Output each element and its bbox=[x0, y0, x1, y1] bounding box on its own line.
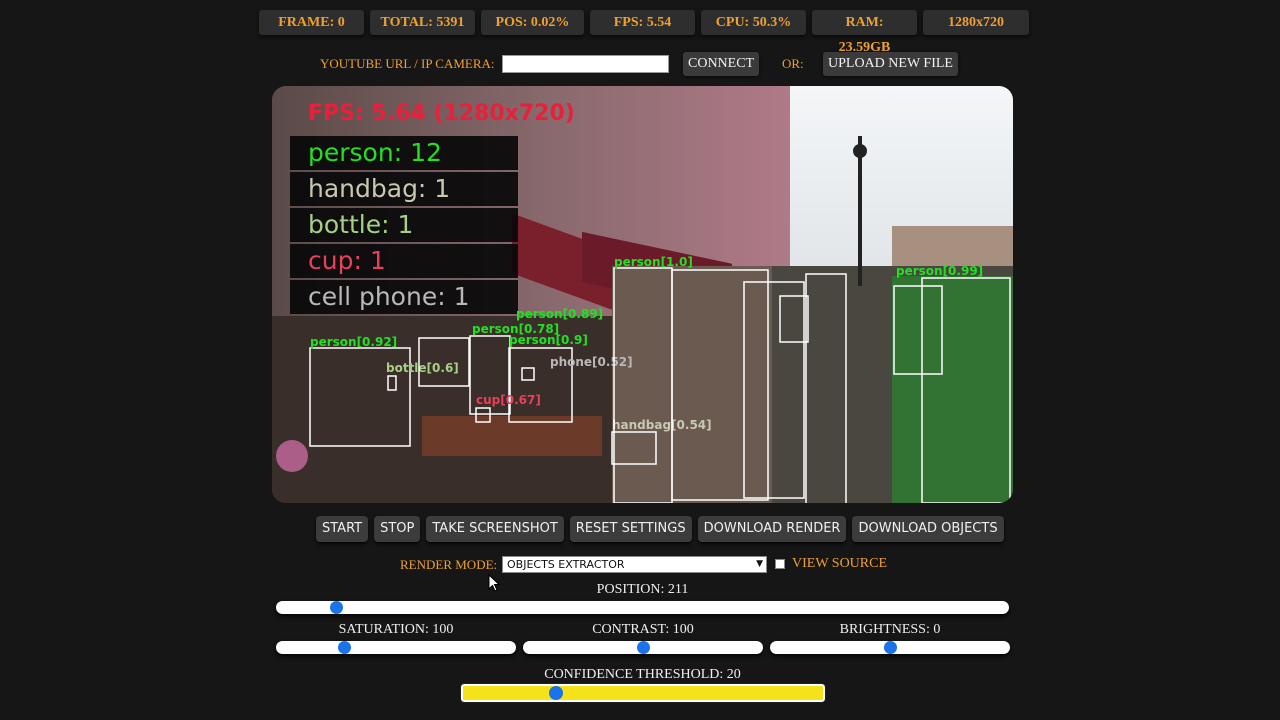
position-label: POSITION: 211 bbox=[596, 582, 689, 597]
lamp-head bbox=[853, 144, 867, 158]
contrast-slider-thumb[interactable] bbox=[636, 641, 650, 654]
stats-bar: FRAME: 0 TOTAL: 5391 POS: 0.02% FPS: 5.5… bbox=[259, 10, 1029, 55]
saturation-slider[interactable] bbox=[276, 641, 516, 654]
url-input[interactable] bbox=[502, 55, 669, 73]
crowd-highlight-2 bbox=[612, 266, 772, 503]
control-buttons: START STOP TAKE SCREENSHOT RESET SETTING… bbox=[316, 516, 1004, 542]
confidence-slider-thumb[interactable] bbox=[549, 686, 563, 700]
pos-stat: POS: 0.02% bbox=[481, 10, 584, 35]
connect-button[interactable]: CONNECT bbox=[683, 52, 760, 76]
fps-stat: FPS: 5.54 bbox=[590, 10, 695, 35]
or-label: OR: bbox=[782, 56, 804, 71]
url-label: YOUTUBE URL / IP CAMERA: bbox=[320, 56, 495, 71]
brightness-label: BRIGHTNESS: 0 bbox=[839, 622, 941, 637]
confidence-label: CONFIDENCE THRESHOLD: 20 bbox=[544, 667, 741, 682]
ram-stat: RAM: 23.59GB bbox=[812, 10, 917, 55]
render-mode-value: OBJECTS EXTRACTOR bbox=[507, 558, 625, 571]
count-person: person: 12 bbox=[308, 138, 442, 167]
label-bottle: bottle[0.6] bbox=[386, 361, 459, 375]
object-count-panel: person: 12 handbag: 1 bottle: 1 cup: 1 c… bbox=[290, 136, 518, 314]
label-cup: cup[0.67] bbox=[476, 393, 541, 407]
confidence-slider[interactable] bbox=[460, 683, 826, 703]
flowers bbox=[276, 440, 308, 472]
stop-button[interactable]: STOP bbox=[374, 516, 421, 542]
download-objects-button[interactable]: DOWNLOAD OBJECTS bbox=[852, 516, 1004, 542]
view-source-label[interactable]: VIEW SOURCE bbox=[792, 555, 887, 573]
total-stat: TOTAL: 5391 bbox=[370, 10, 475, 35]
chevron-down-icon: ▼ bbox=[756, 559, 763, 569]
fps-overlay-text: FPS: 5.64 (1280x720) bbox=[308, 101, 575, 126]
position-slider[interactable] bbox=[276, 601, 1009, 614]
contrast-label: CONTRAST: 100 bbox=[592, 622, 694, 637]
brightness-slider-thumb[interactable] bbox=[883, 641, 897, 654]
take-screenshot-button[interactable]: TAKE SCREENSHOT bbox=[426, 516, 564, 542]
cpu-stat: CPU: 50.3% bbox=[701, 10, 806, 35]
label-person-7: person[1.0] bbox=[614, 255, 693, 269]
download-render-button[interactable]: DOWNLOAD RENDER bbox=[697, 516, 847, 542]
start-button[interactable]: START bbox=[316, 516, 369, 542]
reset-settings-button[interactable]: RESET SETTINGS bbox=[569, 516, 692, 542]
source-row: YOUTUBE URL / IP CAMERA: CONNECT OR: UPL… bbox=[0, 52, 1280, 76]
view-source-checkbox[interactable] bbox=[775, 559, 785, 569]
label-handbag: handbag[0.54] bbox=[612, 418, 712, 432]
saturation-label: SATURATION: 100 bbox=[338, 622, 454, 637]
render-mode-select[interactable]: OBJECTS EXTRACTOR ▼ bbox=[502, 556, 767, 573]
label-phone: phone[0.52] bbox=[550, 355, 633, 369]
crowd-highlight bbox=[892, 276, 1013, 503]
position-slider-thumb[interactable] bbox=[329, 601, 343, 614]
label-person-5: person[0.9] bbox=[509, 333, 588, 347]
count-cup: cup: 1 bbox=[308, 246, 386, 275]
count-bottle: bottle: 1 bbox=[308, 210, 413, 239]
resolution-stat: 1280x720 bbox=[923, 10, 1029, 35]
render-mode-row: RENDER MODE: OBJECTS EXTRACTOR ▼ VIEW SO… bbox=[0, 555, 1280, 575]
count-handbag: handbag: 1 bbox=[308, 174, 450, 203]
count-cell-phone: cell phone: 1 bbox=[308, 282, 469, 311]
label-person-1: person[0.92] bbox=[310, 335, 397, 349]
frame-stat: FRAME: 0 bbox=[259, 10, 364, 35]
label-person-12: person[0.99] bbox=[896, 264, 983, 278]
mouse-pointer-icon bbox=[488, 574, 501, 592]
video-render-svg: FPS: 5.64 (1280x720) person: 12 handbag:… bbox=[272, 86, 1013, 503]
label-person-3: person[0.89] bbox=[516, 307, 603, 321]
contrast-slider[interactable] bbox=[523, 641, 763, 654]
upload-file-button[interactable]: UPLOAD NEW FILE bbox=[823, 52, 958, 76]
video-frame[interactable]: FPS: 5.64 (1280x720) person: 12 handbag:… bbox=[272, 86, 1013, 503]
saturation-slider-thumb[interactable] bbox=[338, 641, 352, 654]
brightness-slider[interactable] bbox=[770, 641, 1010, 654]
render-mode-label: RENDER MODE: bbox=[400, 557, 498, 572]
